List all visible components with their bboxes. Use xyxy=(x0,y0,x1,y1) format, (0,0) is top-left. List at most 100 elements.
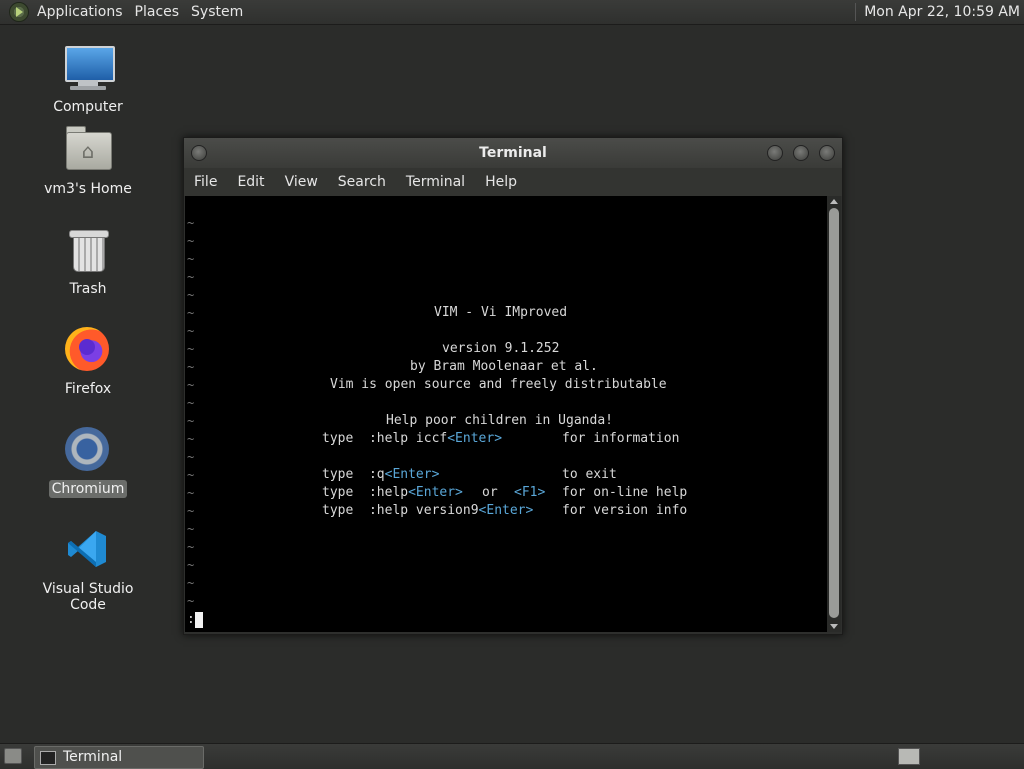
menu-edit[interactable]: Edit xyxy=(227,174,274,190)
empty-line-tilde: ~ xyxy=(187,468,195,482)
desktop-icon-vscode[interactable]: Visual Studio Code xyxy=(28,526,148,614)
taskbar-label: Terminal xyxy=(63,749,123,765)
help-or: or xyxy=(482,485,498,500)
vscode-icon xyxy=(62,526,114,574)
vim-version: version 9.1.252 xyxy=(442,341,560,356)
taskbar-terminal-button[interactable]: Terminal xyxy=(34,746,204,769)
desktop-icon-computer[interactable]: Computer xyxy=(28,44,148,116)
places-menu[interactable]: Places xyxy=(129,4,186,20)
empty-line-tilde: ~ xyxy=(187,216,195,230)
empty-line-tilde: ~ xyxy=(187,540,195,554)
workspace-switcher[interactable] xyxy=(898,748,920,765)
applications-icon[interactable] xyxy=(9,2,29,22)
desktop-icon-chromium[interactable]: Chromium xyxy=(28,426,148,498)
show-desktop-icon[interactable] xyxy=(4,748,22,764)
desktop-icon-trash[interactable]: Trash xyxy=(28,226,148,298)
terminal-icon xyxy=(40,751,56,765)
firefox-icon xyxy=(62,326,114,374)
terminal-content[interactable]: ~ ~ ~ ~ ~ ~ ~ ~ ~ ~ ~ ~ ~ ~ ~ ~ ~ ~ ~ ~ ~ ~ VIM - Vi IMproved… xyxy=(185,196,827,632)
window-title: Terminal xyxy=(479,145,547,161)
minimize-button[interactable] xyxy=(767,145,783,161)
empty-line-tilde: ~ xyxy=(187,360,195,374)
vim-help-line: type :help iccf<Enter> for information xyxy=(322,430,679,448)
menu-file[interactable]: File xyxy=(184,174,227,190)
scroll-up-arrow-icon[interactable] xyxy=(830,199,838,204)
vim-author: by Bram Moolenaar et al. xyxy=(410,359,598,374)
help-key: <Enter> xyxy=(384,467,440,482)
top-menu: Applications Places System xyxy=(0,0,249,24)
desktop-icon-label: Trash xyxy=(69,281,107,297)
empty-line-tilde: ~ xyxy=(187,486,195,500)
empty-line-tilde: ~ xyxy=(187,594,195,608)
scrollbar-thumb[interactable] xyxy=(829,208,839,618)
help-command: type :q xyxy=(322,467,385,482)
home-folder-icon: ⌂ xyxy=(62,126,114,174)
menu-search[interactable]: Search xyxy=(328,174,396,190)
empty-line-tilde: ~ xyxy=(187,324,195,338)
empty-line-tilde: ~ xyxy=(187,234,195,248)
desktop-icon-label: Chromium xyxy=(48,480,128,498)
computer-icon xyxy=(62,44,115,92)
empty-line-tilde: ~ xyxy=(187,414,195,428)
help-description: for on-line help xyxy=(562,485,688,500)
desktop-icon-label: Computer xyxy=(53,99,123,115)
command-prompt: : xyxy=(187,612,195,627)
window-menu-button[interactable] xyxy=(191,145,207,161)
desktop-icon-label: vm3's Home xyxy=(44,181,132,197)
desktop-icon-label: Visual Studio Code xyxy=(42,581,134,613)
bottom-panel: Terminal xyxy=(0,743,1024,769)
scroll-down-arrow-icon[interactable] xyxy=(830,624,838,629)
help-command: type :help xyxy=(322,485,409,500)
help-key: <F1> xyxy=(514,485,546,500)
trash-icon xyxy=(62,226,114,274)
empty-line-tilde: ~ xyxy=(187,504,195,518)
desktop-icon-firefox[interactable]: Firefox xyxy=(28,326,148,398)
empty-line-tilde: ~ xyxy=(187,342,195,356)
help-description: to exit xyxy=(562,467,617,482)
empty-line-tilde: ~ xyxy=(187,252,195,266)
help-key: <Enter> xyxy=(478,503,534,518)
menu-view[interactable]: View xyxy=(275,174,328,190)
empty-line-tilde: ~ xyxy=(187,288,195,302)
clock[interactable]: Mon Apr 22, 10:59 AM xyxy=(864,4,1020,20)
chromium-icon xyxy=(62,426,114,474)
desktop-icon-label: Firefox xyxy=(64,381,112,397)
menu-help[interactable]: Help xyxy=(475,174,527,190)
help-key: <Enter> xyxy=(408,485,463,500)
maximize-button[interactable] xyxy=(793,145,809,161)
vscode-logo xyxy=(68,531,106,567)
terminal-menubar: File Edit View Search Terminal Help xyxy=(184,168,842,196)
window-titlebar[interactable]: Terminal xyxy=(184,138,842,168)
help-command: type :help version9 xyxy=(322,503,479,518)
empty-line-tilde: ~ xyxy=(187,432,195,446)
empty-line-tilde: ~ xyxy=(187,558,195,572)
empty-line-tilde: ~ xyxy=(187,522,195,536)
close-button[interactable] xyxy=(819,145,835,161)
vim-license: Vim is open source and freely distributa… xyxy=(330,377,667,392)
text-cursor xyxy=(194,611,203,628)
empty-line-tilde: ~ xyxy=(187,270,195,284)
system-menu[interactable]: System xyxy=(185,4,249,20)
top-panel: Applications Places System Mon Apr 22, 1… xyxy=(0,0,1024,25)
clock-area[interactable]: Mon Apr 22, 10:59 AM xyxy=(855,0,1020,24)
empty-line-tilde: ~ xyxy=(187,450,195,464)
help-command: type :help iccf xyxy=(322,431,448,446)
terminal-scrollbar[interactable] xyxy=(827,196,841,632)
vim-charity: Help poor children in Uganda! xyxy=(386,413,613,428)
empty-line-tilde: ~ xyxy=(187,396,195,410)
help-description: for version info xyxy=(562,503,688,518)
empty-line-tilde: ~ xyxy=(187,306,195,320)
help-key: <Enter> xyxy=(447,431,503,446)
menu-terminal[interactable]: Terminal xyxy=(396,174,475,190)
empty-line-tilde: ~ xyxy=(187,378,195,392)
vim-title: VIM - Vi IMproved xyxy=(434,305,568,320)
vim-help-line: type :help version9<Enter> for version in… xyxy=(322,502,687,520)
panel-separator xyxy=(855,3,857,21)
vim-help-line: type :help<Enter> or <F1> for on-line help xyxy=(322,484,687,502)
desktop-icon-home[interactable]: ⌂ vm3's Home xyxy=(28,126,148,198)
vim-command-line[interactable]: : xyxy=(187,611,203,629)
terminal-window[interactable]: Terminal File Edit View Search Terminal … xyxy=(183,137,843,635)
help-description: for information xyxy=(562,431,680,446)
empty-line-tilde: ~ xyxy=(187,576,195,590)
applications-menu[interactable]: Applications xyxy=(31,4,129,20)
